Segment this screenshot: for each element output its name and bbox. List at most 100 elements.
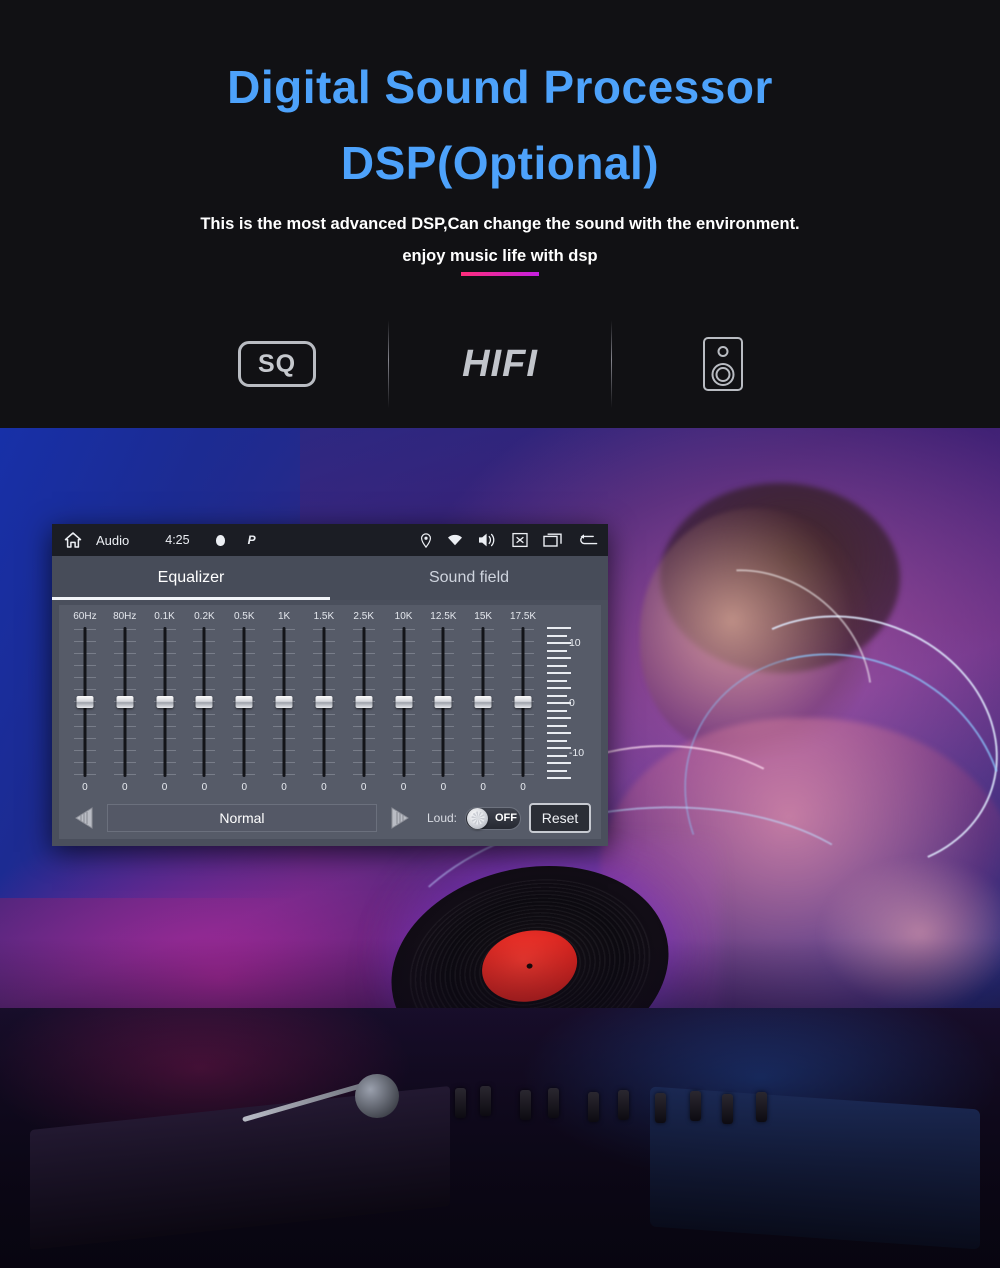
eq-band-value: 0 (360, 782, 367, 793)
status-bar-time: 4:25 (165, 533, 190, 547)
eq-slider-thumb[interactable] (434, 696, 452, 708)
dj-equipment (0, 1008, 1000, 1268)
eq-band-value: 0 (520, 782, 526, 793)
mixer-knob (520, 1090, 531, 1120)
home-icon[interactable] (64, 532, 82, 548)
hero-subtitle-line2-text: enjoy music life with dsp (402, 247, 598, 265)
eq-band: 12.5K 0 (423, 611, 463, 793)
eq-scale-label-mid: 0 (568, 697, 575, 709)
eq-band-slider[interactable] (113, 625, 136, 779)
eq-band-slider[interactable] (273, 625, 296, 779)
preset-field[interactable]: Normal (107, 804, 377, 832)
eq-band-slider[interactable] (312, 625, 335, 779)
eq-band: 10K 0 (384, 611, 424, 793)
eq-band-label: 12.5K (430, 611, 457, 622)
tab-equalizer[interactable]: Equalizer (52, 556, 330, 600)
tonearm-base (355, 1074, 399, 1118)
equalizer-tabs: Equalizer Sound field (52, 556, 608, 600)
eq-band-label: 0.5K (233, 611, 255, 622)
speaker-icon (703, 337, 743, 391)
page-title-line2: DSP(Optional) (340, 137, 660, 189)
eq-band-label: 0.2K (194, 611, 215, 622)
active-tab-underline (52, 597, 330, 600)
mixer-knob (756, 1092, 767, 1122)
reset-button-label: Reset (541, 810, 579, 826)
next-preset-button[interactable] (385, 804, 415, 832)
recents-icon[interactable] (543, 532, 563, 548)
page-title-line1: Digital Sound Processor (227, 61, 773, 113)
eq-band-slider[interactable] (73, 625, 96, 779)
eq-slider-thumb[interactable] (355, 696, 373, 708)
eq-slider-thumb[interactable] (76, 696, 94, 708)
eq-band-slider[interactable] (193, 625, 216, 779)
eq-band-slider[interactable] (512, 625, 535, 779)
status-bar-left: Audio 4:25 P (64, 532, 256, 548)
eq-band-value: 0 (82, 782, 88, 793)
eq-slider-thumb[interactable] (474, 696, 492, 708)
eq-slider-thumb[interactable] (156, 696, 174, 708)
sq-label: SQ (257, 349, 297, 378)
hifi-icon: HIFI (462, 342, 538, 385)
status-bar-app-label: Audio (96, 532, 130, 548)
eq-band-value: 0 (201, 782, 208, 793)
eq-slider-thumb[interactable] (116, 696, 134, 708)
eq-band-value: 0 (321, 782, 327, 793)
eq-band-slider[interactable] (233, 625, 256, 779)
eq-band-value: 0 (440, 782, 447, 793)
loud-toggle[interactable]: OFF (465, 806, 521, 830)
eq-slider-thumb[interactable] (235, 696, 253, 708)
eq-gain-scale: 10 0 -10 (543, 611, 595, 793)
eq-band-slider[interactable] (153, 625, 176, 779)
badge-strip: SQ HIFI (0, 300, 1000, 428)
device-status-bar: Audio 4:25 P (52, 524, 608, 556)
volume-icon[interactable] (478, 532, 497, 548)
parking-p-icon: P (247, 533, 256, 547)
eq-band: 17.5K 0 (503, 611, 543, 793)
eq-band: 2.5K 0 (344, 611, 384, 793)
equalizer-bands: 60Hz 0 80Hz 0 0.1K 0 0.2K 0 0.5K 0 1K 0 … (59, 605, 601, 797)
mixer-knob (455, 1088, 466, 1118)
wifi-icon[interactable] (447, 534, 463, 546)
mixer-knob (548, 1088, 559, 1118)
eq-band: 0.5K 0 (224, 611, 264, 793)
badge-sq: SQ (166, 319, 388, 409)
equalizer-panel: Audio 4:25 P Equalizer Sound field 60Hz … (52, 524, 608, 846)
eq-band-label: 17.5K (509, 611, 537, 622)
back-icon[interactable] (578, 533, 598, 547)
hero-subtitle-line2: enjoy music life with dsp (402, 247, 598, 276)
equalizer-body: 60Hz 0 80Hz 0 0.1K 0 0.2K 0 0.5K 0 1K 0 … (59, 605, 601, 839)
eq-band: 1.5K 0 (304, 611, 344, 793)
eq-band-label: 0.1K (154, 611, 175, 622)
loud-toggle-knob (467, 807, 488, 829)
eq-slider-thumb[interactable] (195, 696, 213, 708)
speaker-woofer-inner-icon (715, 367, 731, 382)
close-box-icon[interactable] (512, 532, 528, 548)
eq-band-label: 15K (474, 611, 493, 622)
eq-slider-thumb[interactable] (275, 696, 293, 708)
hero-section: Digital Sound Processor DSP(Optional) Th… (0, 0, 1000, 300)
eq-band-value: 0 (241, 782, 247, 793)
tab-sound-field[interactable]: Sound field (330, 556, 608, 600)
eq-slider-thumb[interactable] (315, 696, 333, 708)
eq-band-slider[interactable] (472, 625, 495, 779)
sq-icon: SQ (238, 341, 316, 387)
hero-subtitle-line2-wrap: enjoy music life with dsp (0, 247, 1000, 276)
eq-band: 1K 0 (264, 611, 304, 793)
badge-hifi: HIFI (389, 319, 611, 409)
eq-band-slider[interactable] (432, 625, 455, 779)
eq-band-slider[interactable] (392, 625, 415, 779)
reset-button[interactable]: Reset (529, 803, 591, 833)
eq-slider-thumb[interactable] (395, 696, 413, 708)
preset-value: Normal (219, 810, 265, 826)
location-dot-icon (215, 534, 225, 546)
eq-band-slider[interactable] (352, 625, 375, 779)
eq-scale-label-min: -10 (568, 747, 585, 759)
eq-band-value: 0 (161, 782, 168, 793)
eq-band-value: 0 (281, 782, 287, 793)
eq-band-label: 1K (277, 611, 291, 622)
location-icon[interactable] (420, 532, 432, 548)
eq-slider-thumb[interactable] (514, 696, 532, 708)
hero-subtitle-line1: This is the most advanced DSP,Can change… (200, 215, 800, 233)
equalizer-footer: Normal Loud: OFF Reset (59, 797, 601, 839)
prev-preset-button[interactable] (69, 804, 99, 832)
